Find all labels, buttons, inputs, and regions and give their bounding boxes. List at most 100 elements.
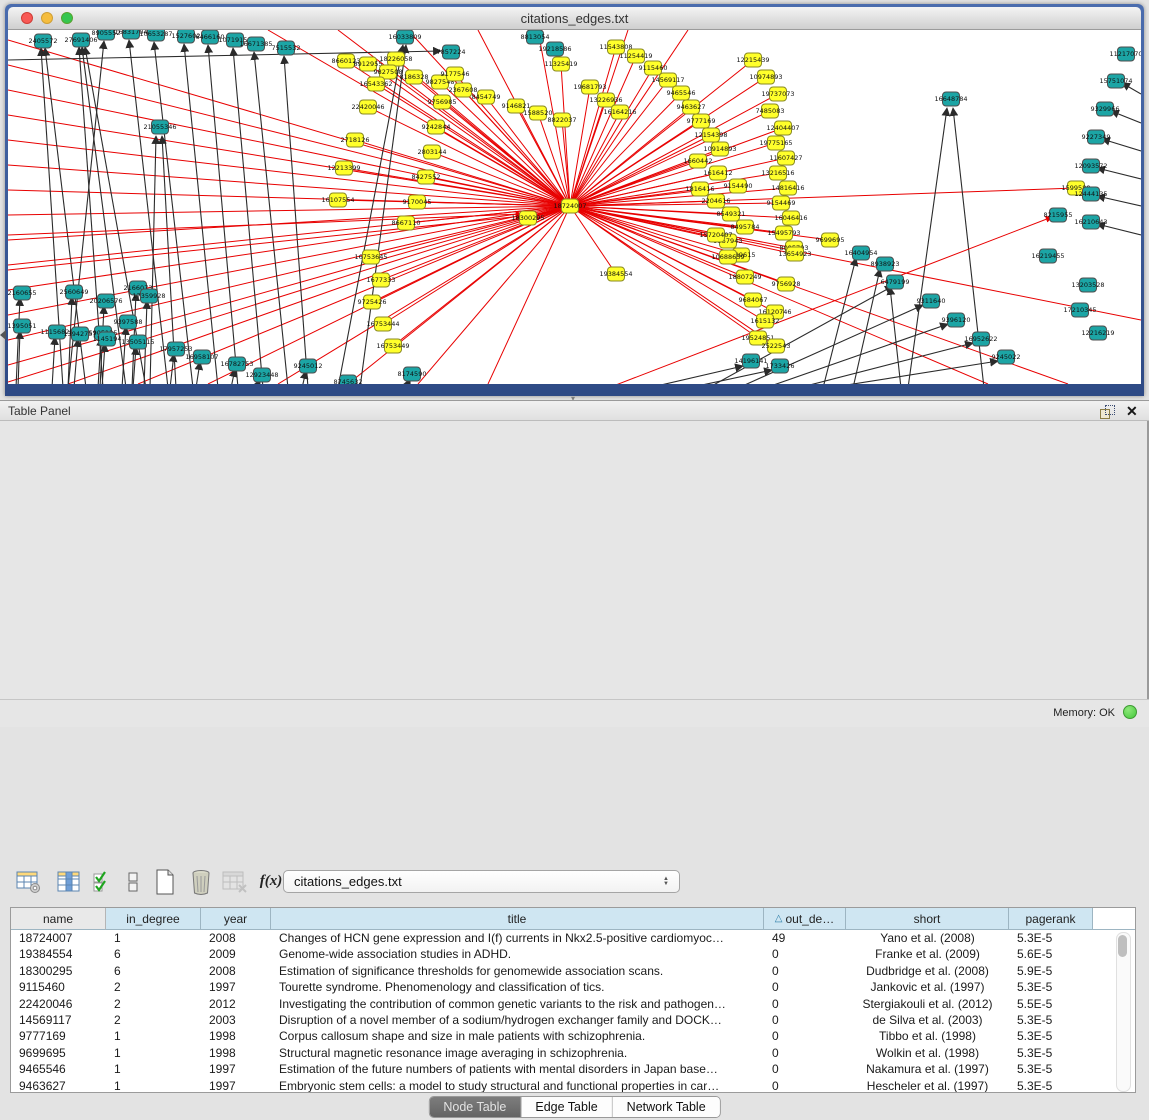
table-cell[interactable]: 5.3E-5 xyxy=(1009,1061,1093,1077)
graph-node-yellow[interactable]: 2204616 xyxy=(702,194,731,208)
table-cell[interactable]: 18300295 xyxy=(11,963,106,979)
table-cell[interactable]: Investigating the contribution of common… xyxy=(271,996,764,1012)
table-cell[interactable]: 2003 xyxy=(201,1012,271,1028)
graph-node-yellow[interactable]: 12154398 xyxy=(694,128,727,142)
table-row[interactable]: 1456911722003Disruption of a novel membe… xyxy=(11,1012,1135,1028)
graph-node-yellow[interactable]: 1616412 xyxy=(704,166,733,180)
graph-node-yellow[interactable]: 8186328 xyxy=(400,70,429,84)
row-height-button[interactable] xyxy=(118,868,148,895)
graph-node-yellow[interactable]: 16753449 xyxy=(376,339,409,353)
table-cell[interactable]: 1997 xyxy=(201,979,271,995)
table-cell[interactable]: Tourette syndrome. Phenomenology and cla… xyxy=(271,979,764,995)
table-cell[interactable]: Yano et al. (2008) xyxy=(846,930,1009,946)
edge[interactable] xyxy=(570,161,698,206)
graph-node-yellow[interactable]: 22420046 xyxy=(351,100,384,114)
graph-node-teal[interactable]: 9245022 xyxy=(992,350,1021,364)
graph-node-yellow[interactable]: 2522543 xyxy=(762,339,791,353)
column-header-year[interactable]: year xyxy=(201,908,271,930)
edge[interactable] xyxy=(376,84,570,206)
table-cell[interactable]: de Silva et al. (2003) xyxy=(846,1012,1009,1028)
table-row[interactable]: 911546021997Tourette syndrome. Phenomeno… xyxy=(11,979,1135,995)
graph-node-yellow[interactable]: 2803144 xyxy=(418,145,447,159)
graph-node-yellow[interactable]: 2718126 xyxy=(341,133,370,147)
graph-node-yellow[interactable]: 9242844 xyxy=(422,120,451,134)
graph-node-yellow[interactable]: 19384554 xyxy=(599,267,632,281)
graph-node-yellow[interactable]: 9699695 xyxy=(816,233,845,247)
edge[interactable] xyxy=(8,165,570,206)
graph-node-yellow[interactable]: 11607427 xyxy=(769,151,802,165)
table-cell[interactable]: 49 xyxy=(764,930,846,946)
graph-node-teal[interactable]: 1395051 xyxy=(8,319,36,333)
table-cell[interactable]: Nakamura et al. (1997) xyxy=(846,1061,1009,1077)
graph-node-teal[interactable]: 16033809 xyxy=(388,30,421,44)
table-cell[interactable]: 1 xyxy=(106,1045,201,1061)
table-cell[interactable]: 2 xyxy=(106,1012,201,1028)
graph-node-teal[interactable]: 14196141 xyxy=(734,354,767,368)
table-cell[interactable]: 22420046 xyxy=(11,996,106,1012)
graph-node-yellow[interactable]: 8822037 xyxy=(548,113,577,127)
table-row[interactable]: 1830029562008Estimation of significance … xyxy=(11,963,1135,979)
graph-node-teal[interactable]: 16782753 xyxy=(220,357,253,371)
table-cell[interactable]: 9465546 xyxy=(11,1061,106,1077)
graph-node-teal[interactable]: 12216219 xyxy=(1081,326,1114,340)
graph-node-yellow[interactable]: 12213399 xyxy=(327,161,360,175)
graph-node-yellow[interactable]: 16107554 xyxy=(321,193,354,207)
graph-node-yellow[interactable]: 11325419 xyxy=(544,57,577,71)
graph-node-teal[interactable]: 11217070 xyxy=(1109,47,1141,61)
table-cell[interactable]: 18724007 xyxy=(11,930,106,946)
edge[interactable] xyxy=(360,45,406,384)
graph-node-yellow[interactable]: 13216516 xyxy=(761,166,794,180)
graph-node-teal[interactable]: 12444135 xyxy=(1074,187,1107,201)
table-cell[interactable]: 2012 xyxy=(201,996,271,1012)
create-column-button[interactable] xyxy=(150,868,180,895)
table-cell[interactable]: 1 xyxy=(106,1078,201,1093)
panel-collapse-handle[interactable] xyxy=(0,330,6,340)
table-cell[interactable]: Disruption of a novel member of a sodium… xyxy=(271,1012,764,1028)
edge[interactable] xyxy=(8,206,570,215)
graph-node-teal[interactable]: 13505115 xyxy=(121,335,154,349)
graph-node-teal[interactable]: 8938923 xyxy=(871,257,900,271)
table-cell[interactable]: 2 xyxy=(106,979,201,995)
graph-node-yellow[interactable]: 15495793 xyxy=(767,226,800,240)
delete-table-button[interactable] xyxy=(220,868,250,895)
graph-node-yellow[interactable]: 1660442 xyxy=(684,154,713,168)
table-cell[interactable]: 0 xyxy=(764,963,846,979)
graph-node-teal[interactable]: 9227349 xyxy=(1082,130,1111,144)
graph-node-teal[interactable]: 17210345 xyxy=(1063,303,1096,317)
graph-node-teal[interactable]: 16219455 xyxy=(1031,249,1064,263)
node-table[interactable]: namein_degreeyeartitle△out_de…shortpager… xyxy=(10,907,1136,1093)
table-cell[interactable]: 5.9E-5 xyxy=(1009,963,1093,979)
table-cell[interactable]: Genome-wide association studies in ADHD. xyxy=(271,946,764,962)
graph-node-teal[interactable]: 7857224 xyxy=(437,45,466,59)
table-cell[interactable]: 0 xyxy=(764,1078,846,1093)
table-row[interactable]: 946362711997Embryonic stem cells: a mode… xyxy=(11,1078,1135,1093)
table-cell[interactable]: Structural magnetic resonance image aver… xyxy=(271,1045,764,1061)
graph-node-teal[interactable]: 2560649 xyxy=(60,285,89,299)
column-header-in_degree[interactable]: in_degree xyxy=(106,908,201,930)
table-cell[interactable]: 5.3E-5 xyxy=(1009,1012,1093,1028)
table-cell[interactable]: Estimation of significance thresholds fo… xyxy=(271,963,764,979)
table-cell[interactable]: Corpus callosum shape and size in male p… xyxy=(271,1028,764,1044)
graph-node-yellow[interactable]: 9684067 xyxy=(739,293,768,307)
table-cell[interactable]: 5.3E-5 xyxy=(1009,1028,1093,1044)
graph-node-yellow[interactable]: 8427552 xyxy=(412,170,441,184)
table-cell[interactable]: 9115460 xyxy=(11,979,106,995)
table-row[interactable]: 1938455462009Genome-wide association stu… xyxy=(11,946,1135,962)
graph-node-teal[interactable]: 12093572 xyxy=(1074,159,1107,173)
table-cell[interactable]: 2 xyxy=(106,996,201,1012)
delete-column-button[interactable] xyxy=(186,868,216,895)
table-cell[interactable]: Hescheler et al. (1997) xyxy=(846,1078,1009,1093)
graph-node-yellow[interactable]: 19681793 xyxy=(573,80,606,94)
table-cell[interactable]: 5.5E-5 xyxy=(1009,996,1093,1012)
graph-node-teal[interactable]: 17359928 xyxy=(132,289,165,303)
table-selector-combo[interactable]: citations_edges.txt ▲ ▼ xyxy=(283,870,680,893)
table-cell[interactable]: 1998 xyxy=(201,1045,271,1061)
edge[interactable] xyxy=(102,344,105,384)
table-row[interactable]: 977716911998Corpus callosum shape and si… xyxy=(11,1028,1135,1044)
table-cell[interactable]: Embryonic stem cells: a model to study s… xyxy=(271,1078,764,1093)
edge[interactable] xyxy=(150,136,156,384)
edge[interactable] xyxy=(828,361,998,384)
table-cell[interactable]: 5.3E-5 xyxy=(1009,1045,1093,1061)
edge[interactable] xyxy=(823,258,856,384)
table-mode-button[interactable] xyxy=(14,868,44,895)
